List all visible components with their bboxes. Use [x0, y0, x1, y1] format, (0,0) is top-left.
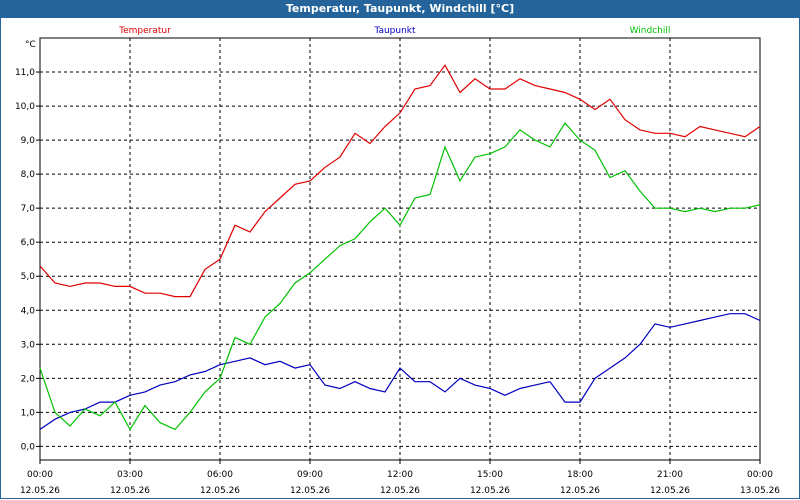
- x-tick-label-time: 18:00: [567, 470, 593, 480]
- legend-taupunkt: Taupunkt: [373, 26, 416, 36]
- y-tick-label: 11,0: [15, 68, 35, 78]
- x-tick-label-date: 12.05.26: [560, 486, 600, 496]
- legend-temperatur: Temperatur: [118, 26, 171, 36]
- y-tick-label: 10,0: [15, 102, 35, 112]
- y-tick-label: 0,0: [21, 442, 36, 452]
- x-tick-label-time: 15:00: [477, 470, 503, 480]
- x-tick-label-time: 00:00: [747, 470, 773, 480]
- y-tick-label: 7,0: [21, 204, 36, 214]
- x-tick-label-date: 12.05.26: [200, 486, 240, 496]
- x-tick-label-date: 12.05.26: [20, 486, 60, 496]
- x-tick-label-time: 06:00: [207, 470, 233, 480]
- x-tick-label-date: 12.05.26: [110, 486, 150, 496]
- x-tick-label-time: 12:00: [387, 470, 413, 480]
- y-tick-label: 2,0: [21, 374, 36, 384]
- y-tick-label: 1,0: [21, 408, 36, 418]
- x-tick-label-time: 09:00: [297, 470, 323, 480]
- x-tick-label-date: 12.05.26: [650, 486, 690, 496]
- y-axis-label: °C: [25, 40, 36, 50]
- x-tick-label-date: 12.05.26: [470, 486, 510, 496]
- x-tick-label-time: 03:00: [117, 470, 143, 480]
- y-tick-label: 4,0: [21, 306, 36, 316]
- y-tick-label: 5,0: [21, 272, 36, 282]
- y-tick-label: 9,0: [21, 136, 36, 146]
- y-tick-label: 8,0: [21, 170, 36, 180]
- legend-windchill: Windchill: [630, 26, 671, 36]
- x-tick-label-date: 12.05.26: [380, 486, 420, 496]
- x-tick-label-time: 21:00: [657, 470, 683, 480]
- y-tick-label: 3,0: [21, 340, 36, 350]
- x-tick-label-date: 12.05.26: [290, 486, 330, 496]
- x-tick-label-date: 13.05.26: [740, 486, 780, 496]
- y-tick-label: 6,0: [21, 238, 36, 248]
- x-tick-label-time: 00:00: [27, 470, 53, 480]
- line-chart: 0,0 1,0 2,0 3,0 4,0 5,0 6,0 7,0 8,0 9,0 10,0 11,0 °C…: [15, 26, 780, 496]
